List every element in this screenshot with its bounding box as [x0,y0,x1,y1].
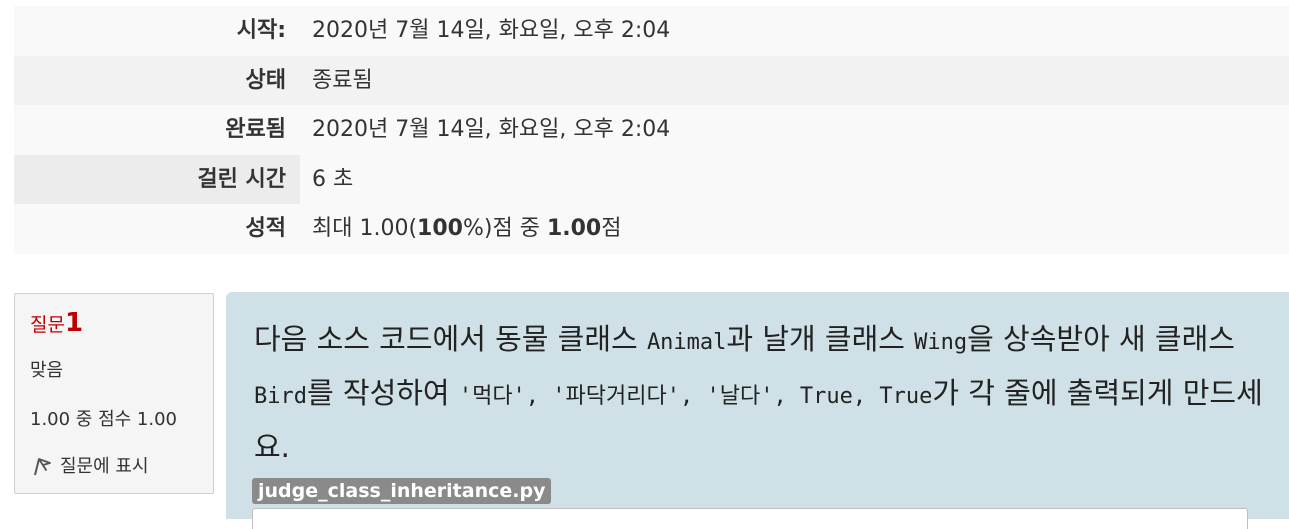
flag-question-label[interactable]: 질문에 표시 [60,452,149,478]
grade-percent: 100 [417,216,463,242]
started-label: 시작: [236,18,286,43]
code-wing: Wing [914,330,968,355]
grade-suffix: 점 [601,216,622,242]
question-text-part: 다음 소스 코드에서 동물 클래스 [254,322,647,356]
question-text-part: 을 상속받아 새 클래스 [967,322,1235,356]
summary-row-grade: 성적 최대 1.00(100%)점 중 1.00점 [14,204,1289,254]
state-label: 상태 [245,67,286,93]
summary-row-started: 시작: 2020년 7월 14일, 화요일, 오후 2:04 [14,6,1289,56]
completed-value: 2020년 7월 14일, 화요일, 오후 2:04 [312,117,671,143]
started-value: 2020년 7월 14일, 화요일, 오후 2:04 [312,18,671,43]
code-bird: Bird [254,384,307,409]
summary-row-completed: 완료됨 2020년 7월 14일, 화요일, 오후 2:04 [14,105,1289,155]
grade-prefix: 최대 1.00( [312,216,418,242]
flag-icon[interactable] [30,453,54,477]
filename-badge: judge_class_inheritance.py [252,478,552,504]
completed-label: 완료됨 [225,117,286,143]
question-text-part: 과 날개 클래스 [726,322,915,356]
state-value: 종료됨 [312,67,373,93]
quiz-summary-table: 시작: 2020년 7월 14일, 화요일, 오후 2:04 상태 종료됨 완료… [14,6,1289,254]
question-content: 다음 소스 코드에서 동물 클래스 Animal과 날개 클래스 Wing을 상… [226,292,1289,529]
grade-score: 1.00 [546,216,602,242]
grade-value: 최대 1.00(100%)점 중 1.00점 [300,204,621,254]
code-outputs: '먹다', '파닥거리다', '날다', True, True [458,384,933,409]
question-text-part: 를 작성하여 [306,376,459,410]
question-text: 다음 소스 코드에서 동물 클래스 Animal과 날개 클래스 Wing을 상… [254,314,1264,472]
question-state: 맞음 [30,360,64,381]
time-label: 걸린 시간 [14,154,300,205]
question-grade: 1.00 중 점수 1.00 [30,409,178,430]
question-number: 질문1 [30,308,83,338]
grade-label: 성적 [245,216,286,242]
question-number-value: 1 [64,308,84,338]
summary-row-time: 걸린 시간 6 초 [14,154,1289,205]
time-value: 6 초 [312,166,354,192]
question-info-box: 질문1 맞음 1.00 중 점수 1.00 질문에 표시 [14,293,214,494]
code-animal: Animal [646,330,727,355]
flag-question-toggle[interactable]: 질문에 표시 [30,452,149,478]
question-label: 질문 [30,314,65,336]
grade-mid: %)점 중 [462,216,547,242]
summary-row-state: 상태 종료됨 [14,55,1289,106]
